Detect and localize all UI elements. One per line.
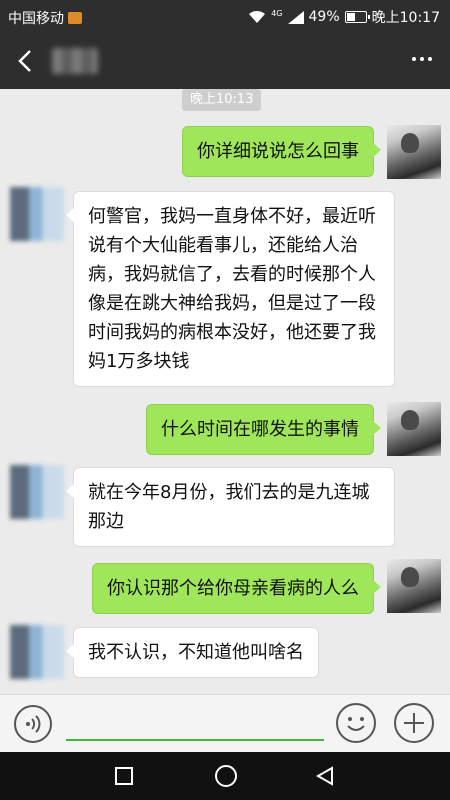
chat-area[interactable]: 晚上10:13 你详细说说怎么回事 何警官，我妈一直身体不好，最近听说有个大仙能… bbox=[0, 89, 450, 694]
message-bubble-sent[interactable]: 你详细说说怎么回事 bbox=[182, 126, 381, 177]
status-bar: 中国移动 4G 49% 晚上10:17 bbox=[0, 0, 450, 33]
recents-icon[interactable] bbox=[115, 767, 133, 785]
home-icon[interactable] bbox=[215, 765, 237, 787]
my-avatar[interactable] bbox=[387, 559, 441, 613]
plus-icon[interactable] bbox=[394, 703, 434, 743]
chevron-left-icon[interactable] bbox=[12, 47, 40, 75]
input-bar bbox=[0, 694, 450, 752]
chat-timestamp: 晚上10:13 bbox=[182, 89, 262, 111]
my-avatar[interactable] bbox=[387, 125, 441, 179]
message-bubble-sent[interactable]: 你认识那个给你母亲看病的人么 bbox=[92, 563, 381, 614]
voice-wave-icon bbox=[26, 715, 41, 733]
carrier: 中国移动 bbox=[8, 8, 82, 28]
battery-level-fill bbox=[346, 13, 355, 21]
my-avatar[interactable] bbox=[387, 402, 441, 456]
signal-icon bbox=[287, 10, 304, 24]
battery-icon bbox=[344, 11, 370, 23]
back-triangle-icon[interactable] bbox=[314, 765, 336, 787]
battery-percent: 49% bbox=[308, 9, 340, 25]
message-input[interactable] bbox=[66, 707, 324, 741]
contact-avatar[interactable] bbox=[10, 187, 64, 241]
system-nav-bar bbox=[0, 752, 450, 800]
carrier-badge-icon bbox=[68, 12, 82, 24]
network-type: 4G bbox=[271, 9, 283, 18]
status-icons: 4G 49% 晚上10:17 bbox=[248, 7, 440, 27]
clock: 晚上10:17 bbox=[371, 10, 440, 26]
smile-face-icon bbox=[347, 717, 365, 731]
voice-icon[interactable] bbox=[14, 705, 52, 743]
title-bar bbox=[0, 33, 450, 89]
plus-sign-icon bbox=[404, 713, 424, 733]
message-bubble-received[interactable]: 就在今年8月份，我们去的是九连城那边 bbox=[66, 467, 395, 547]
message-bubble-received[interactable]: 何警官，我妈一直身体不好，最近听说有个大仙能看事儿，还能给人治病，我妈就信了，去… bbox=[66, 191, 395, 387]
carrier-label: 中国移动 bbox=[8, 11, 64, 27]
contact-name-blurred bbox=[52, 48, 98, 74]
wifi-icon bbox=[249, 10, 266, 23]
message-bubble-sent[interactable]: 什么时间在哪发生的事情 bbox=[146, 404, 381, 455]
more-dots-icon[interactable] bbox=[412, 57, 432, 61]
contact-avatar[interactable] bbox=[10, 465, 64, 519]
contact-avatar[interactable] bbox=[10, 625, 64, 679]
smile-icon[interactable] bbox=[336, 703, 376, 743]
message-bubble-received[interactable]: 我不认识，不知道他叫啥名 bbox=[66, 627, 319, 678]
